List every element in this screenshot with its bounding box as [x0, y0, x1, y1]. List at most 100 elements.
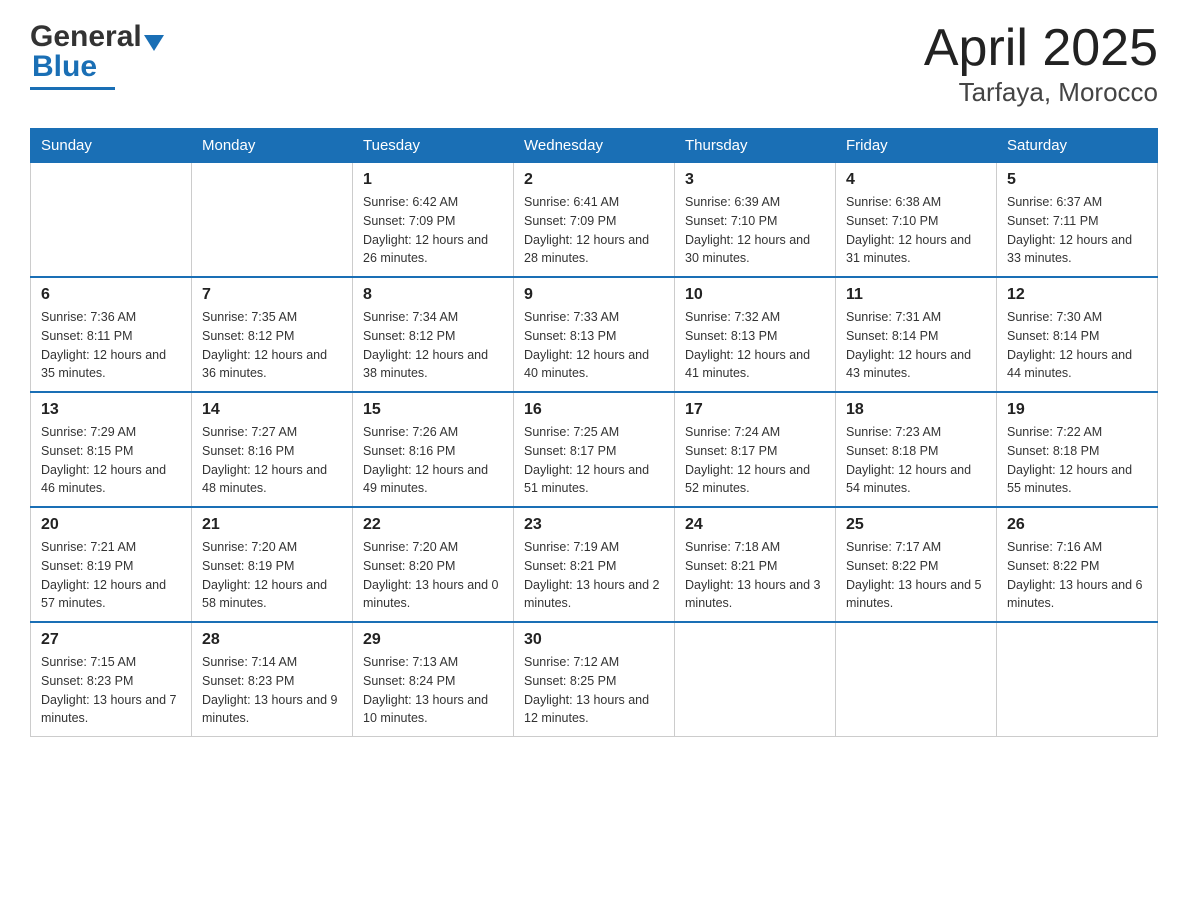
calendar-cell-1-2: 8Sunrise: 7:34 AMSunset: 8:12 PMDaylight…	[353, 277, 514, 392]
calendar-cell-2-4: 17Sunrise: 7:24 AMSunset: 8:17 PMDayligh…	[675, 392, 836, 507]
day-info: Sunrise: 7:27 AMSunset: 8:16 PMDaylight:…	[202, 423, 342, 498]
day-number: 5	[1007, 171, 1147, 189]
day-info: Sunrise: 7:24 AMSunset: 8:17 PMDaylight:…	[685, 423, 825, 498]
week-row-1: 1 Sunrise: 6:42 AMSunset: 7:09 PMDaylight…	[31, 163, 1158, 278]
calendar-cell-3-1: 21Sunrise: 7:20 AMSunset: 8:19 PMDayligh…	[192, 507, 353, 622]
day-info: Sunrise: 7:21 AMSunset: 8:19 PMDaylight:…	[41, 538, 181, 613]
day-info: Sunrise: 7:31 AMSunset: 8:14 PMDaylight:…	[846, 308, 986, 383]
day-number: 20	[41, 516, 181, 534]
day-number: 29	[363, 631, 503, 649]
week-row-4: 20 Sunrise: 7:21 AMSunset: 8:19 PMDayligh…	[31, 507, 1158, 622]
day-number: 4	[846, 171, 986, 189]
calendar-cell-4-0: 27 Sunrise: 7:15 AMSunset: 8:23 PMDayligh…	[31, 622, 192, 737]
day-number: 22	[363, 516, 503, 534]
logo-blue: Blue	[32, 50, 97, 84]
week-row-5: 27 Sunrise: 7:15 AMSunset: 8:23 PMDayligh…	[31, 622, 1158, 737]
calendar-cell-1-1: 7 Sunrise: 7:35 AMSunset: 8:12 PMDaylight…	[192, 277, 353, 392]
calendar-cell-0-3: 2 Sunrise: 6:41 AMSunset: 7:09 PMDaylight…	[514, 163, 675, 278]
calendar-cell-2-0: 13 Sunrise: 7:29 AMSunset: 8:15 PMDayligh…	[31, 392, 192, 507]
day-number: 28	[202, 631, 342, 649]
calendar-table: Sunday Monday Tuesday Wednesday Thursday…	[30, 128, 1158, 737]
day-number: 15	[363, 401, 503, 419]
day-number: 11	[846, 286, 986, 304]
calendar-cell-2-6: 19 Sunrise: 7:22 AMSunset: 8:18 PMDayligh…	[997, 392, 1158, 507]
week-row-3: 13 Sunrise: 7:29 AMSunset: 8:15 PMDayligh…	[31, 392, 1158, 507]
day-number: 25	[846, 516, 986, 534]
day-number: 13	[41, 401, 181, 419]
day-number: 18	[846, 401, 986, 419]
header-friday: Friday	[836, 129, 997, 163]
day-info: Sunrise: 7:20 AMSunset: 8:20 PMDaylight:…	[363, 538, 503, 613]
calendar-cell-3-6: 26 Sunrise: 7:16 AMSunset: 8:22 PMDayligh…	[997, 507, 1158, 622]
header-wednesday: Wednesday	[514, 129, 675, 163]
calendar-cell-0-0	[31, 163, 192, 278]
day-info: Sunrise: 7:26 AMSunset: 8:16 PMDaylight:…	[363, 423, 503, 498]
day-number: 1	[363, 171, 503, 189]
day-info: Sunrise: 7:19 AMSunset: 8:21 PMDaylight:…	[524, 538, 664, 613]
day-number: 14	[202, 401, 342, 419]
day-number: 19	[1007, 401, 1147, 419]
day-info: Sunrise: 6:42 AMSunset: 7:09 PMDaylight:…	[363, 193, 503, 268]
calendar-cell-4-4	[675, 622, 836, 737]
calendar-cell-0-5: 4 Sunrise: 6:38 AMSunset: 7:10 PMDaylight…	[836, 163, 997, 278]
calendar-cell-0-2: 1 Sunrise: 6:42 AMSunset: 7:09 PMDaylight…	[353, 163, 514, 278]
calendar-cell-3-3: 23Sunrise: 7:19 AMSunset: 8:21 PMDayligh…	[514, 507, 675, 622]
calendar-cell-0-1	[192, 163, 353, 278]
header-monday: Monday	[192, 129, 353, 163]
day-number: 21	[202, 516, 342, 534]
calendar-cell-1-6: 12 Sunrise: 7:30 AMSunset: 8:14 PMDayligh…	[997, 277, 1158, 392]
day-number: 27	[41, 631, 181, 649]
day-number: 2	[524, 171, 664, 189]
day-info: Sunrise: 7:14 AMSunset: 8:23 PMDaylight:…	[202, 653, 342, 728]
weekday-header-row: Sunday Monday Tuesday Wednesday Thursday…	[31, 129, 1158, 163]
day-info: Sunrise: 7:30 AMSunset: 8:14 PMDaylight:…	[1007, 308, 1147, 383]
day-info: Sunrise: 7:29 AMSunset: 8:15 PMDaylight:…	[41, 423, 181, 498]
day-number: 16	[524, 401, 664, 419]
calendar-cell-4-1: 28 Sunrise: 7:14 AMSunset: 8:23 PMDayligh…	[192, 622, 353, 737]
day-info: Sunrise: 7:16 AMSunset: 8:22 PMDaylight:…	[1007, 538, 1147, 613]
day-info: Sunrise: 7:13 AMSunset: 8:24 PMDaylight:…	[363, 653, 503, 728]
day-number: 26	[1007, 516, 1147, 534]
day-info: Sunrise: 7:23 AMSunset: 8:18 PMDaylight:…	[846, 423, 986, 498]
calendar-cell-4-2: 29 Sunrise: 7:13 AMSunset: 8:24 PMDayligh…	[353, 622, 514, 737]
day-info: Sunrise: 6:39 AMSunset: 7:10 PMDaylight:…	[685, 193, 825, 268]
calendar-cell-1-3: 9Sunrise: 7:33 AMSunset: 8:13 PMDaylight…	[514, 277, 675, 392]
day-info: Sunrise: 7:36 AMSunset: 8:11 PMDaylight:…	[41, 308, 181, 383]
calendar-cell-1-5: 11 Sunrise: 7:31 AMSunset: 8:14 PMDayligh…	[836, 277, 997, 392]
calendar-cell-3-5: 25 Sunrise: 7:17 AMSunset: 8:22 PMDayligh…	[836, 507, 997, 622]
day-info: Sunrise: 7:18 AMSunset: 8:21 PMDaylight:…	[685, 538, 825, 613]
day-info: Sunrise: 7:32 AMSunset: 8:13 PMDaylight:…	[685, 308, 825, 383]
page-subtitle: Tarfaya, Morocco	[924, 77, 1158, 108]
day-number: 8	[363, 286, 503, 304]
calendar-cell-1-0: 6Sunrise: 7:36 AMSunset: 8:11 PMDaylight…	[31, 277, 192, 392]
calendar-cell-0-6: 5Sunrise: 6:37 AMSunset: 7:11 PMDaylight…	[997, 163, 1158, 278]
title-section: April 2025 Tarfaya, Morocco	[924, 20, 1158, 108]
day-number: 3	[685, 171, 825, 189]
calendar-cell-2-2: 15 Sunrise: 7:26 AMSunset: 8:16 PMDayligh…	[353, 392, 514, 507]
day-info: Sunrise: 6:38 AMSunset: 7:10 PMDaylight:…	[846, 193, 986, 268]
day-number: 12	[1007, 286, 1147, 304]
calendar-cell-2-5: 18 Sunrise: 7:23 AMSunset: 8:18 PMDayligh…	[836, 392, 997, 507]
calendar-cell-0-4: 3 Sunrise: 6:39 AMSunset: 7:10 PMDaylight…	[675, 163, 836, 278]
day-info: Sunrise: 7:17 AMSunset: 8:22 PMDaylight:…	[846, 538, 986, 613]
day-number: 9	[524, 286, 664, 304]
day-info: Sunrise: 7:22 AMSunset: 8:18 PMDaylight:…	[1007, 423, 1147, 498]
header-tuesday: Tuesday	[353, 129, 514, 163]
header-thursday: Thursday	[675, 129, 836, 163]
calendar-cell-4-3: 30Sunrise: 7:12 AMSunset: 8:25 PMDayligh…	[514, 622, 675, 737]
calendar-cell-4-6	[997, 622, 1158, 737]
logo-triangle-icon	[144, 35, 164, 51]
week-row-2: 6Sunrise: 7:36 AMSunset: 8:11 PMDaylight…	[31, 277, 1158, 392]
page-title: April 2025	[924, 20, 1158, 77]
calendar-cell-2-3: 16Sunrise: 7:25 AMSunset: 8:17 PMDayligh…	[514, 392, 675, 507]
day-info: Sunrise: 7:35 AMSunset: 8:12 PMDaylight:…	[202, 308, 342, 383]
day-info: Sunrise: 7:12 AMSunset: 8:25 PMDaylight:…	[524, 653, 664, 728]
page-header: General Blue April 2025 Tarfaya, Morocco	[30, 20, 1158, 108]
day-number: 7	[202, 286, 342, 304]
header-sunday: Sunday	[31, 129, 192, 163]
logo: General Blue	[30, 20, 165, 90]
day-number: 24	[685, 516, 825, 534]
calendar-cell-3-2: 22 Sunrise: 7:20 AMSunset: 8:20 PMDayligh…	[353, 507, 514, 622]
day-info: Sunrise: 7:15 AMSunset: 8:23 PMDaylight:…	[41, 653, 181, 728]
day-info: Sunrise: 6:41 AMSunset: 7:09 PMDaylight:…	[524, 193, 664, 268]
